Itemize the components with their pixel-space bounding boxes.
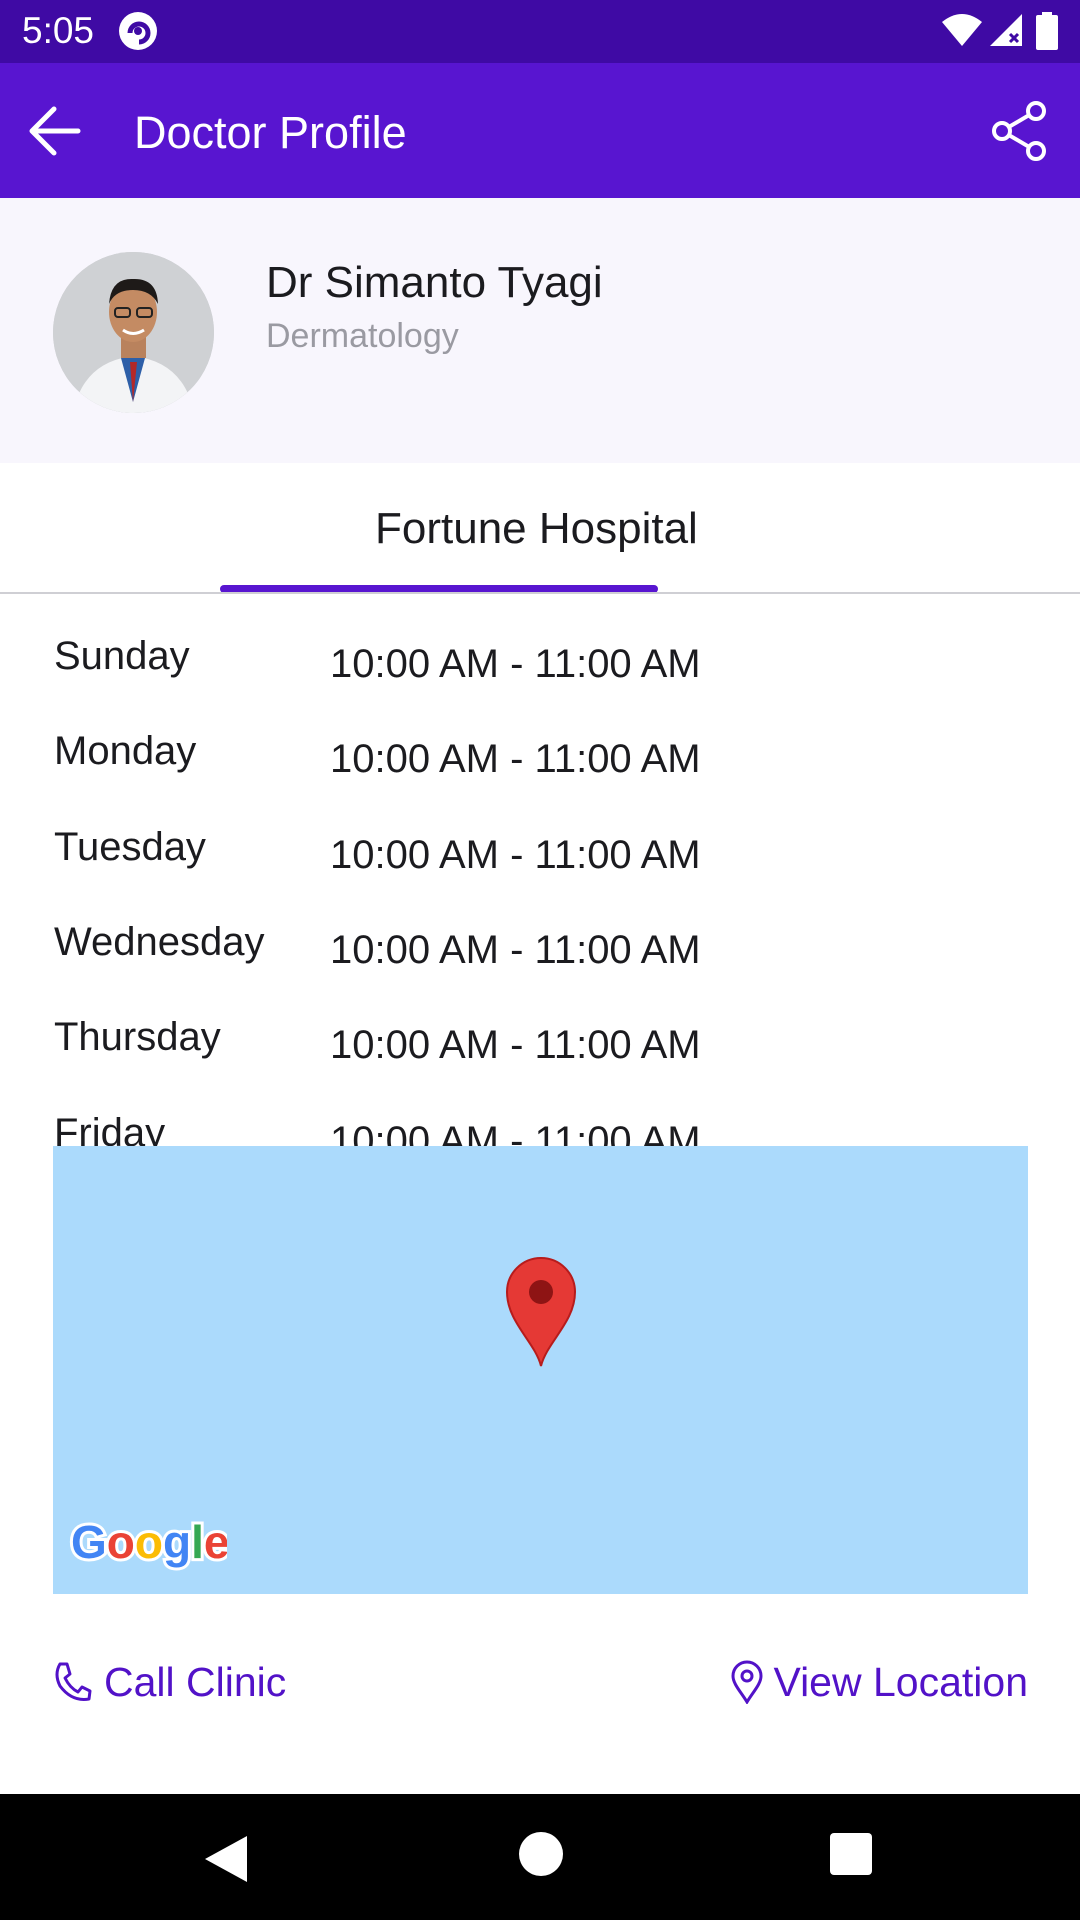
app-notification-icon <box>119 12 157 50</box>
view-location-label: View Location <box>773 1659 1028 1705</box>
call-clinic-label: Call Clinic <box>104 1659 287 1705</box>
clinic-actions: Call Clinic View Location <box>0 1594 1080 1794</box>
doctor-specialty: Dermatology <box>266 317 459 355</box>
schedule-hours: 10:00 AM - 11:00 AM <box>330 1119 701 1146</box>
page-title: Doctor Profile <box>134 107 407 158</box>
call-clinic-button[interactable]: Call Clinic <box>52 1652 286 1712</box>
schedule-hours: 10:00 AM - 11:00 AM <box>330 928 701 972</box>
schedule-day: Tuesday <box>54 825 206 869</box>
schedule-row: Monday 10:00 AM - 11:00 AM <box>0 688 1080 783</box>
schedule-hours: 10:00 AM - 11:00 AM <box>330 1023 701 1067</box>
schedule-hours: 10:00 AM - 11:00 AM <box>330 833 701 877</box>
status-icons <box>942 12 1062 52</box>
phone-icon <box>55 1662 92 1701</box>
wifi-icon <box>942 14 982 46</box>
schedule-day: Thursday <box>54 1015 221 1059</box>
nav-recents-icon[interactable] <box>830 1833 872 1875</box>
hospital-tabs: Fortune Hospital <box>0 463 1080 594</box>
share-icon[interactable] <box>988 99 1052 163</box>
location-pin-icon <box>731 1660 763 1704</box>
schedule-day: Monday <box>54 729 197 773</box>
schedule-row: Tuesday 10:00 AM - 11:00 AM <box>0 784 1080 879</box>
schedule-row: Sunday 10:00 AM - 11:00 AM <box>0 593 1080 688</box>
system-nav-bar <box>0 1794 1080 1920</box>
doctor-profile-header: Dr Simanto Tyagi Dermatology <box>0 198 1080 463</box>
doctor-avatar <box>53 252 214 413</box>
schedule-row: Wednesday 10:00 AM - 11:00 AM <box>0 879 1080 974</box>
back-arrow-icon[interactable] <box>22 99 88 163</box>
status-bar: 5:05 <box>0 0 1080 63</box>
schedule-hours: 10:00 AM - 11:00 AM <box>330 642 701 686</box>
map-pin-icon[interactable] <box>505 1256 577 1368</box>
svg-text:Google: Google <box>71 1516 227 1568</box>
doctor-name: Dr Simanto Tyagi <box>266 258 603 307</box>
schedule-list: Sunday 10:00 AM - 11:00 AM Monday 10:00 … <box>0 593 1080 1146</box>
schedule-hours: 10:00 AM - 11:00 AM <box>330 737 701 781</box>
cellular-signal-icon <box>990 14 1022 46</box>
status-time: 5:05 <box>22 10 95 51</box>
clinic-map[interactable]: Google Google <box>53 1146 1028 1594</box>
schedule-day: Friday <box>54 1111 166 1146</box>
app-bar: Doctor Profile <box>0 63 1080 198</box>
tab-fortune-hospital[interactable]: Fortune Hospital <box>375 504 698 554</box>
google-logo: Google Google <box>68 1513 227 1571</box>
nav-home-icon[interactable] <box>519 1832 563 1876</box>
schedule-day: Sunday <box>54 634 190 678</box>
nav-back-icon[interactable] <box>203 1834 249 1884</box>
view-location-button[interactable]: View Location <box>727 1652 1028 1712</box>
schedule-row: Friday 10:00 AM - 11:00 AM <box>0 1070 1080 1146</box>
schedule-day: Wednesday <box>54 920 265 964</box>
schedule-row: Thursday 10:00 AM - 11:00 AM <box>0 974 1080 1069</box>
battery-icon <box>1036 12 1058 50</box>
